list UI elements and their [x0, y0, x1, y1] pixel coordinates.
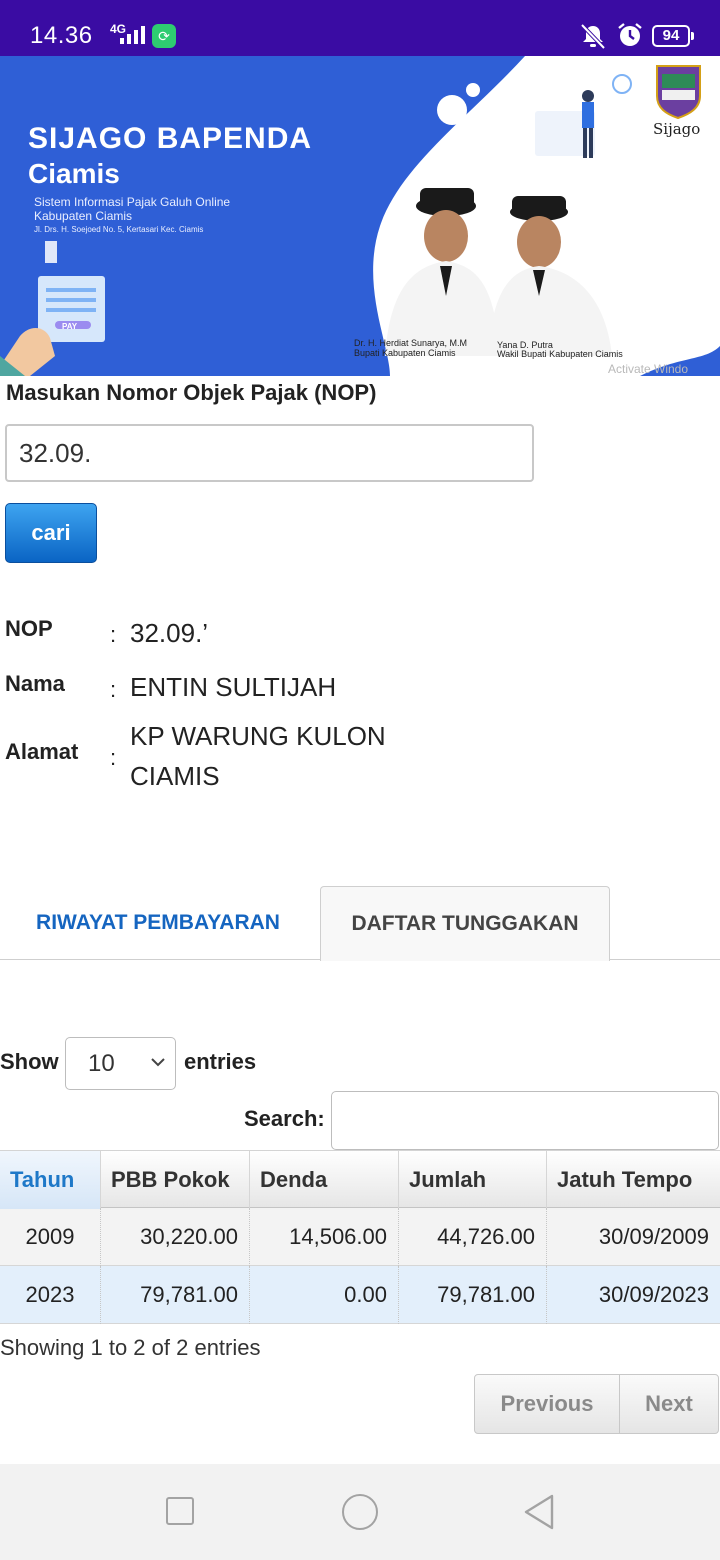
next-page-button[interactable]: Next [620, 1375, 718, 1433]
nama-label: Nama [5, 671, 65, 696]
column-header-jumlah[interactable]: Jumlah [399, 1151, 547, 1209]
table-cell: 30/09/2023 [598, 1282, 709, 1307]
nop-label: NOP [5, 616, 53, 641]
pay-label: PAY [62, 322, 78, 331]
recent-apps-button[interactable] [166, 1497, 194, 1525]
tunggakan-table: Tahun PBB Pokok Denda Jumlah Jatuh Tempo… [0, 1150, 720, 1324]
previous-page-button[interactable]: Previous [475, 1375, 620, 1433]
official-2-title: Wakil Bupati Kabupaten Ciamis [497, 349, 623, 359]
table-cell: 79,781.00 [399, 1266, 547, 1324]
home-button[interactable] [342, 1494, 378, 1530]
brand-name: Sijago [653, 120, 701, 138]
nama-value: ENTIN SULTIJAH [130, 672, 337, 702]
table-cell: 2023 [0, 1266, 101, 1324]
table-header: Tahun PBB Pokok Denda Jumlah Jatuh Tempo [0, 1150, 720, 1209]
official-1-name: Dr. H. Herdiat Sunarya, M.M [354, 338, 468, 348]
nop-colon: : [110, 622, 117, 647]
nop-input-label: Masukan Nomor Objek Pajak (NOP) [6, 380, 377, 405]
banner-description-region: Kabupaten Ciamis [34, 209, 133, 223]
table-cell: 44,726.00 [399, 1208, 547, 1266]
table-cell: 79,781.00 [101, 1266, 250, 1324]
status-time: 14.36 [30, 22, 93, 49]
search-label: Search: [244, 1106, 325, 1131]
column-header-jatuh-tempo[interactable]: Jatuh Tempo [547, 1151, 720, 1209]
table-cell: 30,220.00 [101, 1208, 250, 1266]
tab-riwayat-pembayaran[interactable]: RIWAYAT PEMBAYARAN [0, 886, 316, 960]
battery-icon: 94 [652, 25, 694, 47]
signal-icon [120, 26, 145, 44]
show-label: Show [0, 1049, 59, 1074]
table-info: Showing 1 to 2 of 2 entries [0, 1335, 261, 1360]
banner-subtitle: Ciamis [28, 158, 120, 189]
search-button[interactable]: cari [5, 503, 97, 563]
alamat-value-line1: KP WARUNG KULON [130, 721, 386, 751]
official-1-title: Bupati Kabupaten Ciamis [354, 348, 456, 358]
banner-address: Jl. Drs. H. Soejoed No. 5, Kertasari Kec… [34, 225, 204, 234]
nama-colon: : [110, 677, 117, 702]
table-cell: 0.00 [250, 1266, 399, 1324]
alamat-value-line2: CIAMIS [130, 761, 220, 791]
banner-description: Sistem Informasi Pajak Galuh Online [34, 195, 231, 209]
pagination: Previous Next [474, 1374, 719, 1434]
column-header-denda[interactable]: Denda [250, 1151, 399, 1209]
app-notification-icon: ⟳ [152, 24, 176, 48]
table-cell: 14,506.00 [250, 1208, 399, 1266]
nop-value: 32.09.’ [130, 618, 209, 648]
column-header-tahun[interactable]: Tahun [0, 1151, 101, 1209]
search-input[interactable] [331, 1091, 719, 1150]
chevron-down-icon [151, 1058, 165, 1067]
tab-daftar-tunggakan[interactable]: DAFTAR TUNGGAKAN [320, 886, 610, 961]
alamat-colon: : [110, 745, 117, 770]
back-icon[interactable] [522, 1493, 556, 1531]
activate-windows-watermark: Activate Windo [608, 362, 689, 376]
table-row: 2009 30,220.00 14,506.00 44,726.00 30/09… [0, 1208, 720, 1266]
alarm-icon [618, 23, 642, 46]
alamat-label: Alamat [5, 739, 79, 764]
header-banner: SIJAGO BAPENDA Ciamis Sistem Informasi P… [0, 56, 720, 376]
entries-label: entries [184, 1049, 257, 1074]
column-header-pbb-pokok[interactable]: PBB Pokok [101, 1151, 250, 1209]
banner-title: SIJAGO BAPENDA [28, 122, 313, 155]
table-cell: 2009 [0, 1208, 101, 1266]
nop-input[interactable] [5, 424, 534, 482]
table-cell: 30/09/2009 [598, 1224, 709, 1249]
mute-bell-icon [580, 23, 606, 50]
table-row: 2023 79,781.00 0.00 79,781.00 30/09/2023 [0, 1266, 720, 1324]
status-bar: 14.36 4G ⟳ 94 [0, 0, 720, 56]
